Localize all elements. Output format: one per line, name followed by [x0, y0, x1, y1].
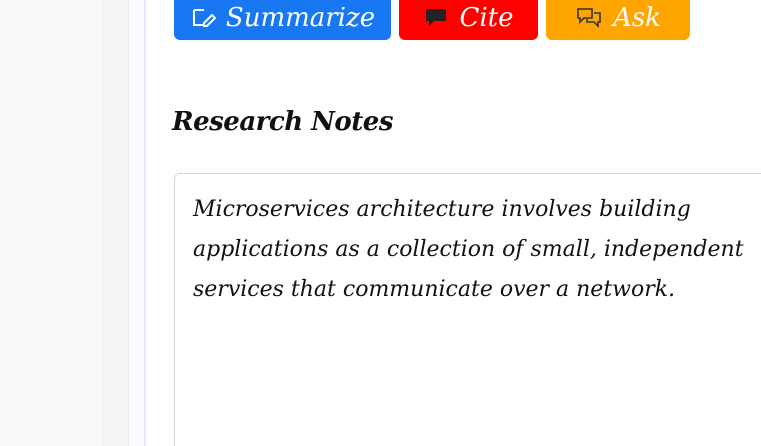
chat-bubbles-icon — [575, 7, 603, 29]
notes-panel: Summarize Cite Ask Research Notes Micros… — [146, 0, 761, 446]
notes-content: Microservices architecture involves buil… — [193, 197, 744, 302]
sidebar-divider — [129, 0, 146, 446]
cite-button[interactable]: Cite — [399, 0, 538, 40]
sidebar — [101, 0, 129, 446]
left-gutter — [0, 0, 101, 446]
notes-heading: Research Notes — [172, 107, 393, 137]
cite-label: Cite — [459, 3, 514, 33]
app-window: Summarize Cite Ask Research Notes Micros… — [0, 0, 761, 446]
edit-icon — [190, 7, 216, 29]
summarize-button[interactable]: Summarize — [174, 0, 391, 40]
ask-button[interactable]: Ask — [546, 0, 690, 40]
notes-textarea[interactable]: Microservices architecture involves buil… — [174, 173, 761, 446]
comment-icon — [423, 7, 449, 29]
ask-label: Ask — [613, 3, 661, 33]
summarize-label: Summarize — [225, 3, 376, 33]
